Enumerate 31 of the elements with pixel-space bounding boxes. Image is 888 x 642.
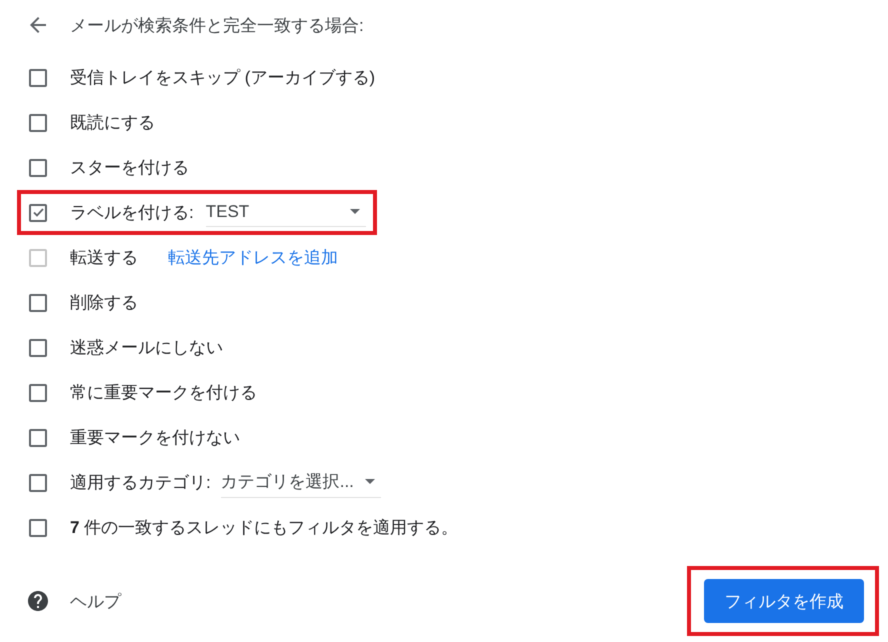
checkbox[interactable] xyxy=(29,204,47,222)
checkbox[interactable] xyxy=(29,158,47,176)
checkbox[interactable] xyxy=(29,384,47,402)
option-label: 既読にする xyxy=(70,112,155,134)
checkbox[interactable] xyxy=(29,518,47,536)
help-icon xyxy=(28,591,48,611)
create-filter-button[interactable]: フィルタを作成 xyxy=(704,579,864,623)
checkbox[interactable] xyxy=(29,428,47,446)
dropdown-select[interactable]: TEST xyxy=(206,198,366,226)
checkbox[interactable] xyxy=(29,114,47,132)
option-label: 7 件の一致するスレッドにもフィルタを適用する。 xyxy=(70,517,458,539)
help-link[interactable]: ヘルプ xyxy=(28,590,121,612)
option-label: 受信トレイをスキップ (アーカイブする) xyxy=(70,67,376,89)
check-icon xyxy=(32,208,44,217)
caret-icon xyxy=(350,209,360,214)
option-label: 削除する xyxy=(70,292,138,314)
option-label: 迷惑メールにしない xyxy=(70,337,223,359)
back-arrow-icon[interactable] xyxy=(30,17,46,33)
checkbox[interactable] xyxy=(29,474,47,492)
option-label: 常に重要マークを付ける xyxy=(70,382,257,404)
checkbox[interactable] xyxy=(29,68,47,86)
option-label: スターを付ける xyxy=(70,157,189,179)
caret-icon xyxy=(364,479,375,484)
option-label: 転送する xyxy=(70,247,138,269)
header-title: メールが検索条件と完全一致する場合: xyxy=(70,14,364,36)
option-label: 適用するカテゴリ: xyxy=(70,472,211,494)
checkbox[interactable] xyxy=(29,294,47,312)
checkbox[interactable] xyxy=(29,338,47,356)
option-label: 重要マークを付けない xyxy=(70,427,240,449)
dropdown-select[interactable]: カテゴリを選択... xyxy=(220,467,381,498)
option-label: ラベルを付ける: xyxy=(70,202,194,224)
